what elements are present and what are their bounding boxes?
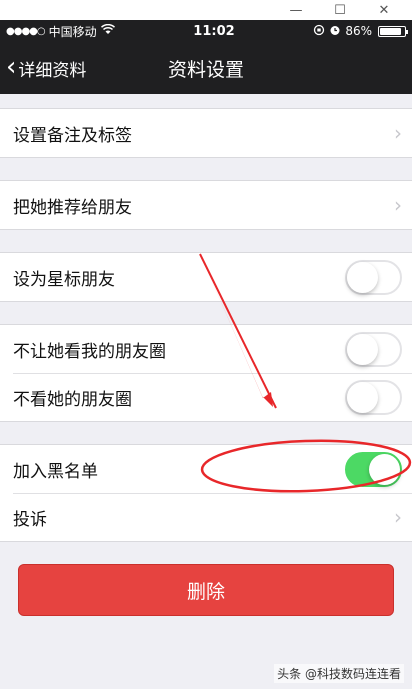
back-button[interactable]: ‹ 详细资料 bbox=[6, 42, 86, 94]
wifi-icon bbox=[100, 23, 115, 38]
navigation-bar: ‹ 详细资料 资料设置 bbox=[0, 42, 412, 94]
carrier-name: 中国移动 bbox=[48, 24, 97, 39]
battery-icon bbox=[378, 25, 408, 37]
delete-button[interactable]: 删除 bbox=[18, 564, 394, 616]
row-label: 不让她看我的朋友圈 bbox=[13, 341, 166, 362]
add-to-blacklist-row: 加入黑名单 bbox=[0, 445, 412, 493]
rotation-lock-icon bbox=[313, 24, 325, 39]
hide-my-moments-toggle[interactable] bbox=[345, 331, 402, 367]
settings-group-moments: 不让她看我的朋友圈 不看她的朋友圈 bbox=[0, 324, 412, 422]
row-label: 不看她的朋友圈 bbox=[13, 389, 132, 410]
status-bar: ●●●●○ 中国移动 11:02 86% bbox=[0, 20, 412, 42]
toggle-knob bbox=[347, 333, 378, 365]
star-friend-toggle[interactable] bbox=[345, 259, 402, 295]
chevron-left-icon: ‹ bbox=[6, 51, 17, 82]
toggle-knob bbox=[369, 453, 400, 485]
row-label: 设置备注及标签 bbox=[13, 125, 132, 146]
window-title-bar: — ☐ ✕ bbox=[0, 0, 412, 20]
row-label: 投诉 bbox=[13, 509, 47, 530]
chevron-right-icon: › bbox=[394, 121, 402, 145]
toggle-knob bbox=[347, 381, 378, 413]
settings-group-blacklist: 加入黑名单 投诉 › bbox=[0, 444, 412, 542]
report-row[interactable]: 投诉 › bbox=[0, 493, 412, 541]
battery-level bbox=[380, 27, 401, 35]
chevron-right-icon: › bbox=[394, 505, 402, 529]
settings-group-remark: 设置备注及标签 › bbox=[0, 108, 412, 158]
row-label: 设为星标朋友 bbox=[13, 269, 115, 290]
alarm-icon bbox=[329, 24, 341, 39]
delete-area: 删除 bbox=[0, 542, 412, 616]
signal-strength-icon: ●●●●○ bbox=[6, 25, 46, 37]
battery-percent: 86% bbox=[345, 24, 372, 38]
toggle-knob bbox=[347, 261, 378, 293]
blacklist-toggle[interactable] bbox=[345, 451, 402, 487]
star-friend-row: 设为星标朋友 bbox=[0, 253, 412, 301]
page-title: 资料设置 bbox=[167, 58, 244, 81]
recommend-to-friend-row[interactable]: 把她推荐给朋友 › bbox=[0, 181, 412, 229]
set-remark-and-tags-row[interactable]: 设置备注及标签 › bbox=[0, 109, 412, 157]
status-time: 11:02 bbox=[193, 23, 235, 39]
hide-her-moments-row: 不看她的朋友圈 bbox=[0, 373, 412, 421]
row-label: 加入黑名单 bbox=[13, 461, 98, 482]
minimize-icon[interactable]: — bbox=[274, 0, 318, 20]
row-label: 把她推荐给朋友 bbox=[13, 197, 132, 218]
settings-group-star: 设为星标朋友 bbox=[0, 252, 412, 302]
close-icon[interactable]: ✕ bbox=[362, 0, 406, 20]
hide-my-moments-row: 不让她看我的朋友圈 bbox=[0, 325, 412, 373]
hide-her-moments-toggle[interactable] bbox=[345, 379, 402, 415]
watermark: 头条 @科技数码连连看 bbox=[274, 664, 404, 683]
chevron-right-icon: › bbox=[394, 193, 402, 217]
back-button-label: 详细资料 bbox=[18, 60, 87, 81]
maximize-icon[interactable]: ☐ bbox=[318, 0, 362, 20]
settings-group-recommend: 把她推荐给朋友 › bbox=[0, 180, 412, 230]
